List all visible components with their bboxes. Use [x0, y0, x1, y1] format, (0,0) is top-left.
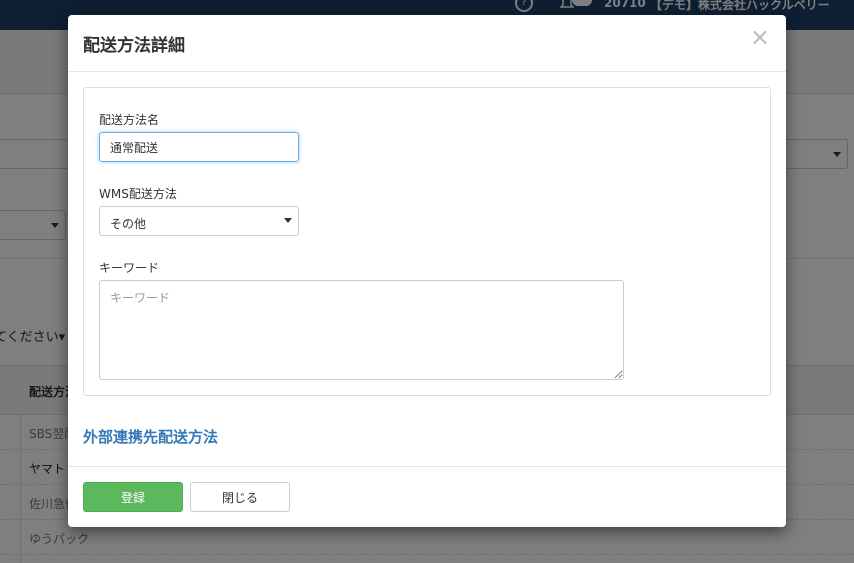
- close-button[interactable]: 閉じる: [190, 482, 290, 512]
- keyword-textarea[interactable]: [99, 280, 624, 380]
- close-icon[interactable]: ×: [750, 25, 770, 49]
- modal-title: 配送方法詳細: [83, 36, 185, 56]
- wms-delivery-method-value: その他: [110, 217, 147, 231]
- modal-header: 配送方法詳細 ×: [68, 15, 786, 72]
- delivery-method-name-label: 配送方法名: [99, 113, 160, 127]
- keyword-label: キーワード: [99, 261, 160, 275]
- modal-footer: 登録 閉じる: [68, 466, 786, 527]
- wms-delivery-method-label: WMS配送方法: [99, 187, 177, 201]
- delivery-method-name-input[interactable]: [99, 132, 299, 162]
- wms-delivery-method-select[interactable]: その他: [99, 206, 299, 236]
- delivery-method-detail-modal: 配送方法詳細 × 配送方法名 WMS配送方法 その他 キーワード 外部連携先配送…: [68, 15, 786, 527]
- caret-down-icon: [284, 218, 292, 223]
- form-panel: 配送方法名 WMS配送方法 その他 キーワード: [83, 87, 771, 396]
- register-button[interactable]: 登録: [83, 482, 183, 512]
- external-delivery-method-link[interactable]: 外部連携先配送方法: [83, 426, 218, 447]
